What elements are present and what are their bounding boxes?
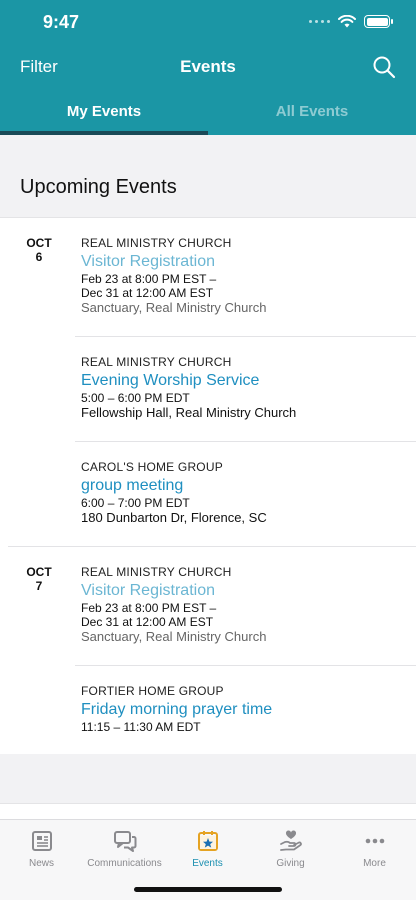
list-item[interactable]: CAROL'S HOME GROUP group meeting 6:00 – …: [75, 460, 416, 526]
event-time: Feb 23 at 8:00 PM EST –: [81, 601, 217, 615]
event-location: Sanctuary, Real Ministry Church: [81, 629, 267, 644]
event-org: REAL MINISTRY CHURCH: [81, 236, 232, 250]
divider: [8, 546, 416, 547]
event-location: Sanctuary, Real Ministry Church: [81, 300, 267, 315]
event-time: Dec 31 at 12:00 AM EST: [81, 615, 214, 629]
tab-more[interactable]: More: [333, 828, 416, 869]
date-label: OCT 6: [26, 236, 52, 264]
date-month: OCT: [26, 236, 52, 250]
date-day: 6: [35, 250, 43, 264]
tab-events[interactable]: Events: [166, 828, 249, 869]
event-org: FORTIER HOME GROUP: [81, 684, 224, 698]
list-footer: [0, 803, 416, 819]
calendar-star-icon: [197, 831, 218, 851]
tab-label: Giving: [276, 858, 305, 869]
more-dots-icon: [365, 838, 384, 844]
event-location: 180 Dunbarton Dr, Florence, SC: [81, 510, 267, 525]
tab-label: Events: [192, 858, 223, 869]
event-org: REAL MINISTRY CHURCH: [81, 355, 232, 369]
home-indicator: [134, 887, 282, 892]
divider: [75, 441, 416, 442]
giving-hand-icon: [279, 830, 302, 851]
app-header: 9:47 Filter Events My Events All Events: [0, 0, 416, 135]
list-item[interactable]: REAL MINISTRY CHURCH Visitor Registratio…: [75, 236, 416, 316]
event-time: 5:00 – 6:00 PM EDT: [81, 391, 190, 405]
divider: [75, 336, 416, 337]
event-org: CAROL'S HOME GROUP: [81, 460, 223, 474]
list-item[interactable]: REAL MINISTRY CHURCH Visitor Registratio…: [75, 565, 416, 645]
bottom-tab-bar: News Communications Events Giving More: [0, 819, 416, 900]
event-location: Fellowship Hall, Real Ministry Church: [81, 405, 297, 420]
date-month: OCT: [26, 565, 52, 579]
date-label: OCT 7: [26, 565, 52, 593]
wifi-icon: [338, 15, 356, 28]
event-time: 6:00 – 7:00 PM EDT: [81, 496, 190, 510]
battery-icon: [364, 15, 393, 28]
search-icon[interactable]: [372, 55, 396, 79]
event-time: Dec 31 at 12:00 AM EST: [81, 286, 214, 300]
event-org: REAL MINISTRY CHURCH: [81, 565, 232, 579]
date-day: 7: [35, 579, 43, 593]
tab-all-events[interactable]: All Events: [208, 103, 416, 120]
events-list: OCT 6 REAL MINISTRY CHURCH Visitor Regis…: [0, 217, 416, 754]
event-time: 11:15 – 11:30 AM EDT: [81, 720, 201, 734]
status-icons: [309, 15, 393, 28]
tab-giving[interactable]: Giving: [249, 828, 332, 869]
list-item[interactable]: REAL MINISTRY CHURCH Evening Worship Ser…: [75, 355, 416, 421]
events-scroll-area[interactable]: Upcoming Events OCT 6 REAL MINISTRY CHUR…: [0, 135, 416, 819]
tab-label: News: [28, 858, 54, 869]
tab-my-events[interactable]: My Events: [0, 103, 208, 120]
page-title: Events: [180, 57, 236, 76]
section-title: Upcoming Events: [20, 176, 177, 198]
chat-icon: [113, 831, 136, 852]
event-name[interactable]: Friday morning prayer time: [81, 700, 416, 720]
divider: [75, 665, 416, 666]
signal-icon: [309, 20, 330, 23]
list-item[interactable]: FORTIER HOME GROUP Friday morning prayer…: [75, 684, 416, 734]
tab-communications[interactable]: Communications: [83, 828, 166, 869]
tab-label: Communications: [87, 858, 162, 869]
event-name[interactable]: Visitor Registration: [81, 252, 416, 272]
tab-label: More: [363, 858, 386, 869]
status-time: 9:47: [43, 12, 80, 32]
event-name[interactable]: Evening Worship Service: [81, 371, 416, 391]
event-time: Feb 23 at 8:00 PM EST –: [81, 272, 217, 286]
tab-news[interactable]: News: [0, 828, 83, 869]
event-name[interactable]: group meeting: [81, 476, 416, 496]
event-name[interactable]: Visitor Registration: [81, 581, 416, 601]
news-icon: [31, 831, 52, 851]
